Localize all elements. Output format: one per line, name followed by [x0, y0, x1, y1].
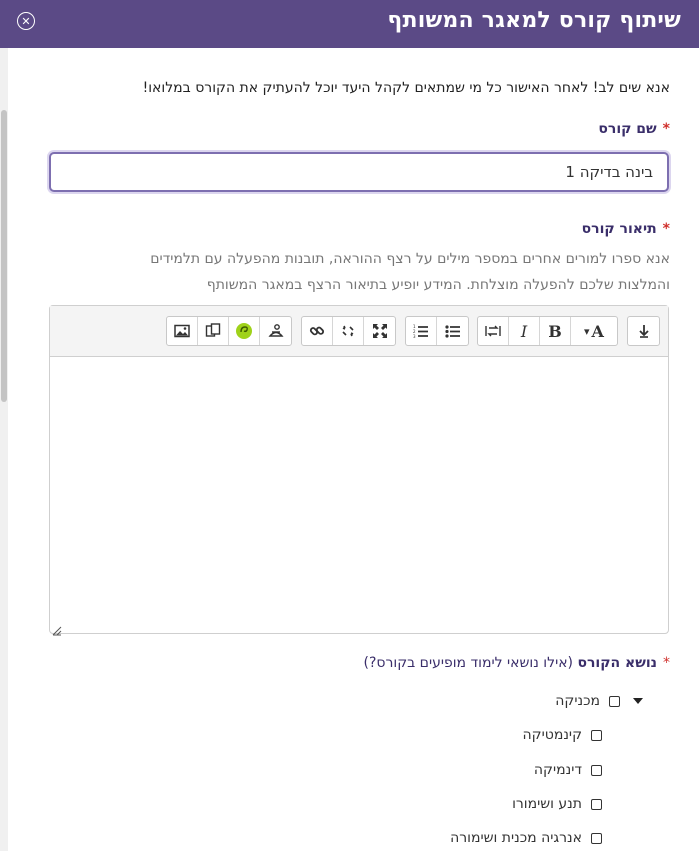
- toolbar-group-formatting: I B ▾ A: [477, 316, 618, 346]
- editor-content-area[interactable]: [50, 357, 668, 633]
- text-direction-icon[interactable]: [478, 317, 509, 345]
- share-notice: אנא שים לב! לאחר האישור כל מי שמתאים לקה…: [142, 80, 670, 96]
- chevron-down-icon: ▾: [584, 324, 590, 338]
- scrollbar[interactable]: [0, 48, 8, 851]
- course-name-label-text: שם קורס: [598, 121, 657, 137]
- chevron-down-icon[interactable]: [633, 698, 643, 704]
- topic-label: אנרגיה מכנית ושימורה: [450, 830, 582, 846]
- scrollbar-thumb[interactable]: [1, 110, 7, 402]
- bold-icon[interactable]: B: [540, 317, 571, 345]
- link-icon[interactable]: [302, 317, 333, 345]
- toolbar-group-media: [166, 316, 292, 346]
- required-mark: *: [662, 221, 670, 237]
- fullscreen-icon[interactable]: [364, 317, 395, 345]
- bullet-list-icon[interactable]: [437, 317, 468, 345]
- numbered-list-icon[interactable]: 123: [406, 317, 437, 345]
- font-style-label: A: [591, 321, 604, 341]
- topic-label: דינמיקה: [533, 762, 582, 778]
- course-topic-label-text: נושא הקורס: [577, 655, 657, 671]
- modal-title: שיתוף קורס למאגר המשותף: [387, 8, 681, 33]
- font-style-icon[interactable]: ▾ A: [571, 317, 617, 345]
- topic-item-momentum[interactable]: תנע ושימורו: [512, 796, 602, 812]
- required-mark: *: [662, 121, 670, 137]
- toolbar-group-links: [301, 316, 396, 346]
- course-description-help: אנא ספרו למורים אחרים במספר מילים על רצף…: [100, 246, 670, 298]
- course-name-input[interactable]: [49, 152, 669, 192]
- course-topic-hint: (אילו נושאי לימוד מופיעים בקורס?): [363, 655, 574, 671]
- collapse-icon[interactable]: [628, 317, 659, 345]
- accessibility-checker-icon[interactable]: [260, 317, 291, 345]
- svg-text:3: 3: [413, 334, 416, 338]
- help-line-2: והמלצות שלכם להפעלה מוצלחת. המידע יופיע …: [206, 277, 670, 293]
- topic-label: תנע ושימורו: [512, 796, 582, 812]
- toolbar-group-lists: 123: [405, 316, 469, 346]
- course-name-label: * שם קורס: [598, 121, 670, 137]
- h5p-icon[interactable]: [229, 317, 260, 345]
- toolbar-group-collapse: [627, 316, 660, 346]
- topic-checkbox[interactable]: [591, 764, 602, 776]
- topic-label: מכניקה: [555, 693, 600, 709]
- topic-checkbox[interactable]: [591, 729, 602, 741]
- topic-checkbox[interactable]: [591, 832, 602, 844]
- topic-label: קינמטיקה: [522, 727, 582, 743]
- unlink-icon[interactable]: [333, 317, 364, 345]
- copy-icon[interactable]: [198, 317, 229, 345]
- italic-icon[interactable]: I: [509, 317, 540, 345]
- image-icon[interactable]: [167, 317, 198, 345]
- topic-checkbox[interactable]: [609, 695, 620, 707]
- help-line-1: אנא ספרו למורים אחרים במספר מילים על רצף…: [150, 251, 670, 267]
- rich-text-editor: I B ▾ A 123: [49, 305, 669, 636]
- course-topic-label: * נושא הקורס (אילו נושאי לימוד מופיעים בק…: [364, 655, 670, 671]
- topic-item-dynamics[interactable]: דינמיקה: [534, 762, 602, 778]
- topic-item-kinematics[interactable]: קינמטיקה: [523, 727, 602, 743]
- topic-item-mechanics[interactable]: מכניקה: [555, 693, 620, 709]
- course-description-label-text: תיאור קורס: [581, 221, 657, 237]
- topic-checkbox[interactable]: [591, 798, 602, 810]
- topic-item-mechanical-energy[interactable]: אנרגיה מכנית ושימורה: [450, 830, 602, 846]
- required-mark: *: [663, 655, 670, 671]
- modal-header: ✕ שיתוף קורס למאגר המשותף: [0, 0, 699, 48]
- course-description-label: * תיאור קורס: [582, 221, 670, 237]
- editor-toolbar: I B ▾ A 123: [50, 306, 668, 357]
- close-icon[interactable]: ✕: [17, 12, 35, 30]
- resize-handle-icon[interactable]: [52, 621, 62, 636]
